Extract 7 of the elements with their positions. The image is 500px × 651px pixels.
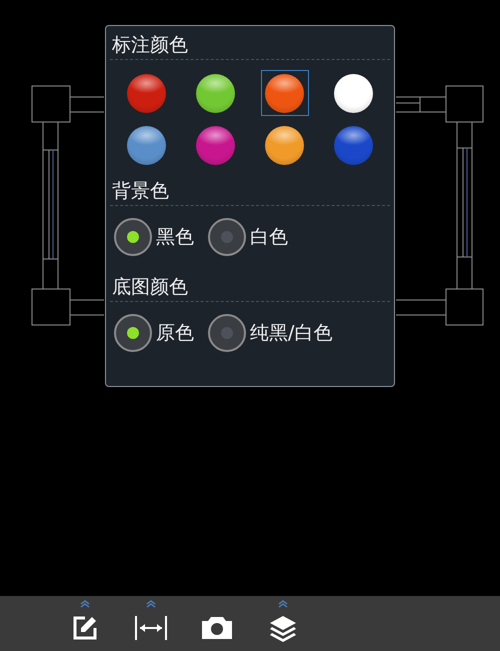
section-title: 背景色 (111, 179, 170, 204)
radio-label: 黑色 (156, 225, 194, 250)
section-title: 底图颜色 (111, 275, 189, 300)
radio-label: 纯黑/白色 (250, 321, 332, 346)
radio-label: 原色 (156, 321, 194, 346)
section-title: 标注颜色 (111, 33, 189, 58)
radio-label: 白色 (250, 225, 288, 250)
